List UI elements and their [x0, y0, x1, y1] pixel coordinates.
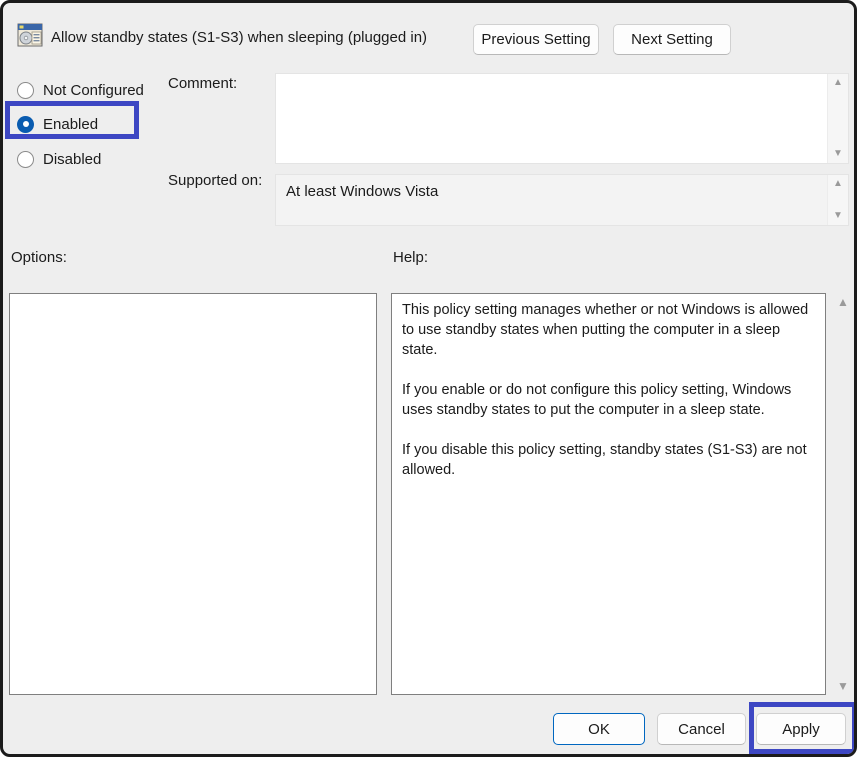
radio-not-configured[interactable]: Not Configured: [17, 80, 144, 100]
help-label: Help:: [393, 249, 428, 266]
comment-value[interactable]: [276, 74, 827, 163]
scroll-down-icon[interactable]: ▼: [833, 211, 843, 221]
options-panel: [9, 293, 377, 695]
page-title: Allow standby states (S1-S3) when sleepi…: [51, 29, 427, 46]
cancel-button[interactable]: Cancel: [657, 713, 746, 745]
comment-textarea[interactable]: ▲ ▼: [275, 73, 849, 164]
help-panel: This policy setting manages whether or n…: [391, 293, 826, 695]
ok-button[interactable]: OK: [553, 713, 645, 745]
radio-label: Disabled: [43, 151, 101, 168]
comment-label: Comment:: [168, 75, 237, 92]
radio-disabled[interactable]: Disabled: [17, 149, 101, 169]
radio-label: Enabled: [43, 116, 98, 133]
help-paragraph: If you enable or do not configure this p…: [402, 380, 815, 420]
help-paragraph: If you disable this policy setting, stan…: [402, 440, 815, 480]
radio-circle-selected-icon[interactable]: [17, 116, 34, 133]
radio-circle-icon[interactable]: [17, 82, 34, 99]
apply-button[interactable]: Apply: [756, 713, 846, 745]
help-paragraph: This policy setting manages whether or n…: [402, 300, 815, 360]
radio-label: Not Configured: [43, 82, 144, 99]
policy-setting-dialog: Allow standby states (S1-S3) when sleepi…: [0, 0, 857, 757]
options-label: Options:: [11, 249, 67, 266]
policy-setting-icon: [17, 23, 43, 47]
radio-enabled[interactable]: Enabled: [17, 114, 98, 134]
scroll-up-icon[interactable]: ▲: [837, 297, 849, 307]
previous-setting-button[interactable]: Previous Setting: [473, 24, 599, 55]
next-setting-button[interactable]: Next Setting: [613, 24, 731, 55]
scroll-up-icon[interactable]: ▲: [833, 78, 843, 88]
radio-circle-icon[interactable]: [17, 151, 34, 168]
help-scrollbar[interactable]: ▲ ▼: [832, 293, 854, 695]
scroll-down-icon[interactable]: ▼: [837, 681, 849, 691]
comment-scrollbar[interactable]: ▲ ▼: [827, 74, 848, 163]
supported-on-box: At least Windows Vista ▲ ▼: [275, 174, 849, 226]
supported-on-scrollbar[interactable]: ▲ ▼: [827, 175, 848, 225]
supported-on-value: At least Windows Vista: [276, 175, 827, 225]
supported-on-label: Supported on:: [168, 172, 262, 189]
scroll-up-icon[interactable]: ▲: [833, 179, 843, 189]
scroll-down-icon[interactable]: ▼: [833, 149, 843, 159]
